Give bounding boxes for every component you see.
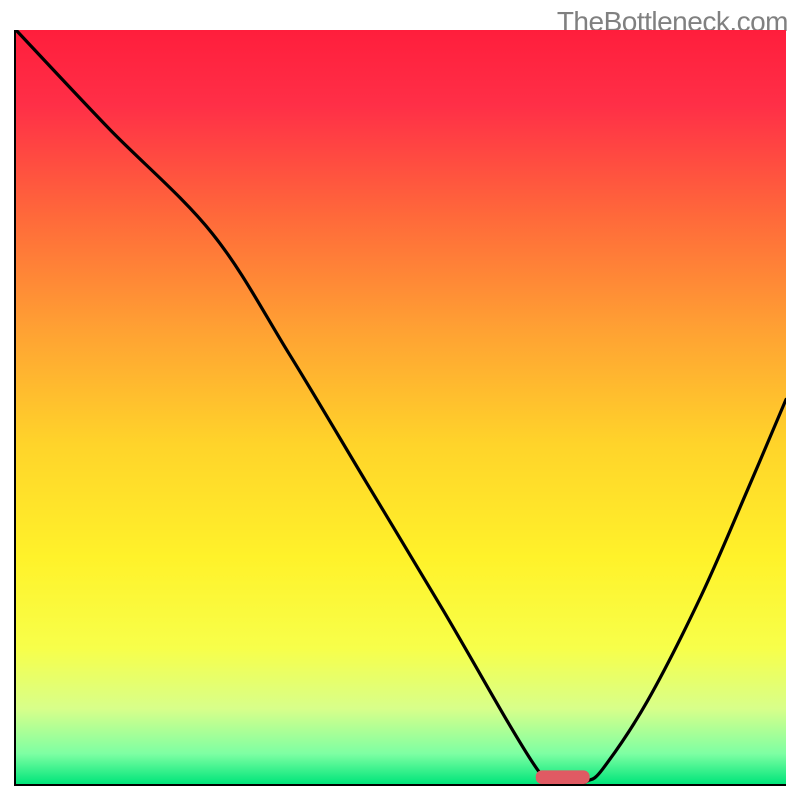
plot-frame [14,30,786,786]
gradient-rect [16,30,786,784]
optimal-marker [536,770,590,784]
chart-canvas: TheBottleneck.com [0,0,800,800]
plot-svg [16,30,786,784]
